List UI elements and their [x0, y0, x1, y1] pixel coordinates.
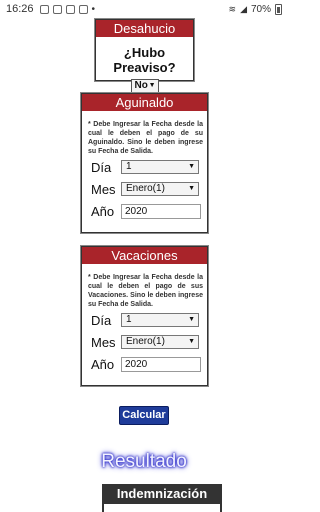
anio-label: Año: [91, 356, 115, 372]
indemnizacion-table: Indemnización: [102, 484, 222, 512]
vacaciones-mes-select[interactable]: Enero(1) ▼: [121, 335, 199, 349]
vacaciones-dia-value: 1: [126, 314, 132, 325]
dia-label: Día: [91, 159, 112, 175]
desahucio-title: Desahucio: [96, 20, 193, 37]
chevron-down-icon: ▼: [188, 338, 195, 345]
aguinaldo-title: Aguinaldo: [82, 94, 207, 111]
vacaciones-dia-select[interactable]: 1 ▼: [121, 313, 199, 327]
status-bar: 16:26 • ≋ ◢ 70%: [0, 0, 288, 18]
vacaciones-title: Vacaciones: [82, 247, 207, 264]
aguinaldo-panel: Aguinaldo * Debe Ingresar la Fecha desde…: [81, 93, 208, 233]
vacaciones-anio-input[interactable]: 2020: [121, 356, 201, 372]
aguinaldo-anio-input[interactable]: 2020: [121, 203, 201, 219]
battery-icon: [275, 3, 282, 15]
aguinaldo-dia-select[interactable]: 1 ▼: [121, 160, 199, 174]
vacaciones-panel: Vacaciones * Debe Ingresar la Fecha desd…: [81, 246, 208, 386]
chevron-down-icon: ▼: [188, 163, 195, 170]
notification-icon: [78, 4, 88, 14]
preaviso-question: ¿Hubo Preaviso?: [113, 45, 176, 75]
preaviso-select-value: No: [134, 80, 148, 91]
table-row: [104, 504, 220, 512]
notification-icon: [52, 4, 62, 14]
aguinaldo-note: * Debe Ingresar la Fecha desde la cual l…: [88, 121, 203, 155]
status-time: 16:26: [6, 3, 34, 15]
notification-icon: [65, 4, 75, 14]
wifi-icon: ≋: [228, 3, 237, 14]
resultado-title: Resultado: [101, 451, 187, 472]
chevron-down-icon: ▼: [188, 316, 195, 323]
desahucio-panel: Desahucio ¿Hubo Preaviso? No ▼: [95, 19, 194, 93]
aguinaldo-dia-value: 1: [126, 161, 132, 172]
dot-icon: •: [91, 3, 96, 15]
indemnizacion-header: Indemnización: [116, 486, 208, 501]
chevron-down-icon: ▼: [188, 185, 195, 192]
aguinaldo-mes-value: Enero(1): [126, 183, 165, 194]
dia-label: Día: [91, 312, 112, 328]
notification-icon: [39, 4, 49, 14]
mes-label: Mes: [91, 334, 116, 350]
signal-icon: ◢: [240, 3, 247, 14]
preaviso-select[interactable]: No ▼: [130, 79, 159, 93]
calcular-button[interactable]: Calcular: [119, 406, 169, 425]
battery-percent: 70%: [250, 3, 271, 15]
mes-label: Mes: [91, 181, 116, 197]
aguinaldo-mes-select[interactable]: Enero(1) ▼: [121, 182, 199, 196]
anio-label: Año: [91, 203, 115, 219]
vacaciones-note: * Debe Ingresar la Fecha desde la cual l…: [88, 274, 203, 308]
chevron-down-icon: ▼: [148, 82, 156, 89]
vacaciones-mes-value: Enero(1): [126, 336, 165, 347]
